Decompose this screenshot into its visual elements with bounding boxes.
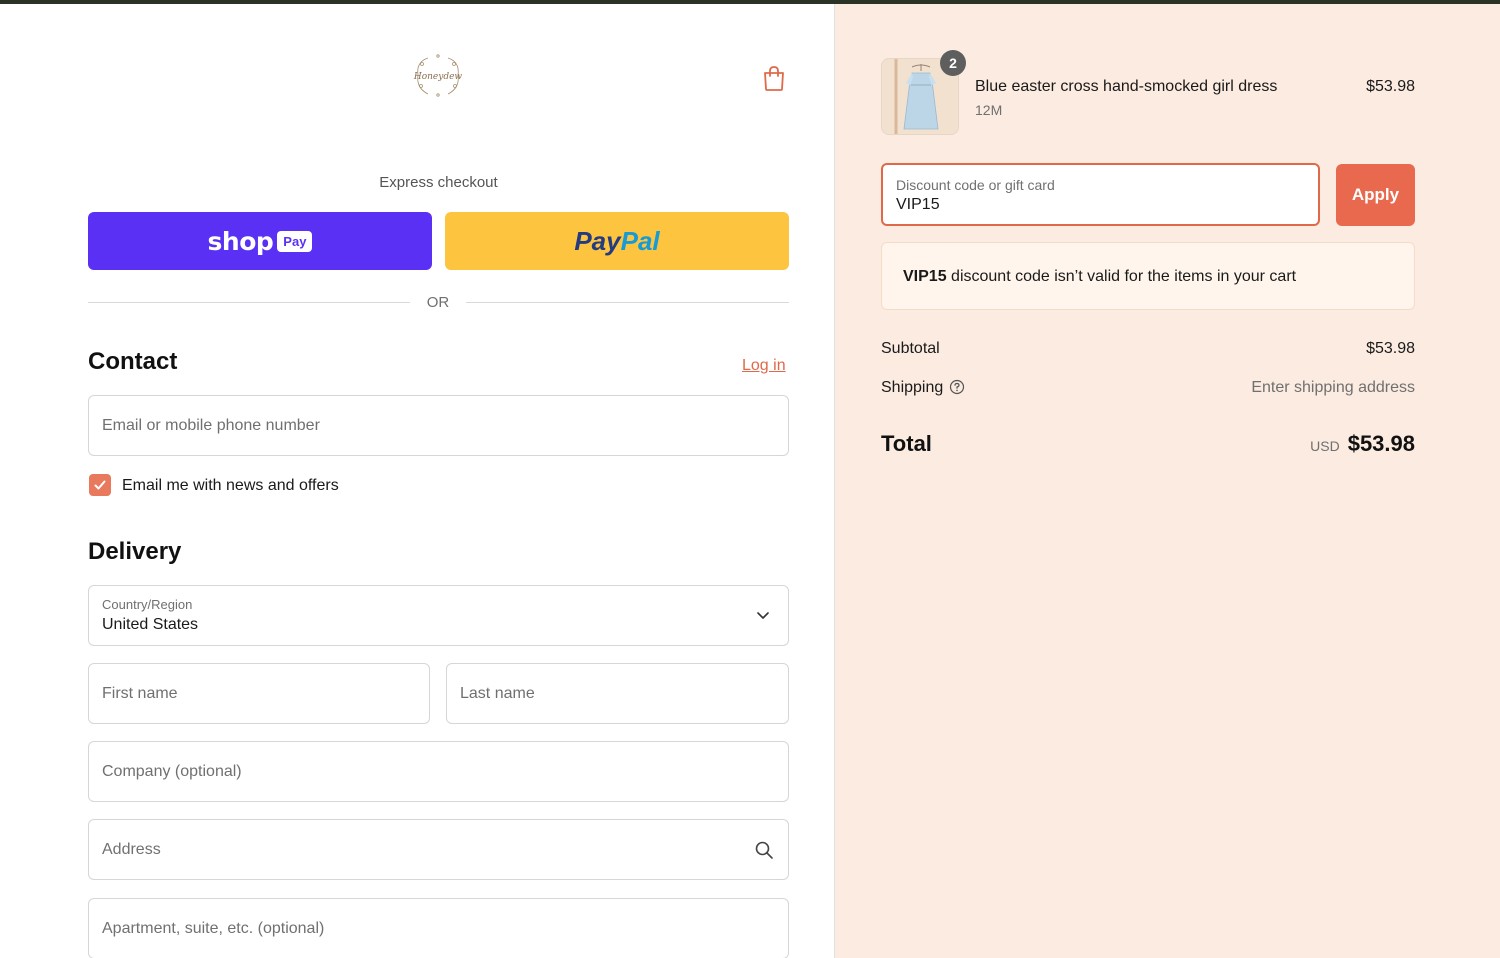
shop-pay-badge: Pay bbox=[277, 230, 313, 252]
apartment-placeholder: Apartment, suite, etc. (optional) bbox=[102, 919, 325, 937]
alert-message: discount code isn’t valid for the items … bbox=[946, 268, 1297, 285]
discount-code-field[interactable]: Discount code or gift card VIP15 bbox=[881, 163, 1320, 226]
login-link[interactable]: Log in bbox=[742, 357, 786, 375]
paypal-button[interactable]: Pay Pal bbox=[445, 212, 789, 270]
quantity-badge: 2 bbox=[940, 50, 966, 76]
shop-pay-wordmark: shop bbox=[207, 226, 274, 256]
address-placeholder: Address bbox=[102, 840, 161, 858]
apply-discount-button[interactable]: Apply bbox=[1336, 164, 1415, 226]
address-field[interactable]: Address bbox=[88, 819, 789, 880]
newsletter-label[interactable]: Email me with news and offers bbox=[122, 477, 339, 495]
country-value: United States bbox=[102, 616, 199, 633]
email-placeholder: Email or mobile phone number bbox=[102, 416, 320, 434]
logo-text: Honeydew bbox=[413, 72, 463, 82]
discount-error-alert: VIP15 discount code isn’t valid for the … bbox=[881, 242, 1415, 310]
contact-heading: Contact bbox=[88, 348, 178, 375]
shipping-value: Enter shipping address bbox=[1251, 379, 1415, 396]
country-select[interactable]: Country/Region United States bbox=[88, 585, 789, 646]
search-icon[interactable] bbox=[754, 840, 774, 860]
alert-code: VIP15 bbox=[903, 268, 947, 285]
first-name-placeholder: First name bbox=[102, 684, 178, 702]
alert-text: VIP15 discount code isn’t valid for the … bbox=[903, 268, 1296, 286]
last-name-field[interactable]: Last name bbox=[446, 663, 789, 724]
divider-right bbox=[466, 302, 789, 303]
discount-value: VIP15 bbox=[896, 196, 940, 213]
country-label: Country/Region bbox=[102, 597, 193, 612]
checkmark-icon bbox=[94, 480, 106, 490]
total-amount: $53.98 bbox=[1347, 431, 1415, 456]
company-placeholder: Company (optional) bbox=[102, 762, 242, 780]
first-name-field[interactable]: First name bbox=[88, 663, 430, 724]
delivery-heading: Delivery bbox=[88, 538, 182, 565]
shop-pay-button[interactable]: shop Pay bbox=[88, 212, 432, 270]
shopping-bag-icon[interactable] bbox=[762, 64, 786, 92]
paypal-wordmark-part1: Pay bbox=[574, 225, 621, 256]
discount-label: Discount code or gift card bbox=[896, 177, 1055, 193]
divider-left bbox=[88, 302, 410, 303]
help-circle-icon[interactable] bbox=[949, 379, 965, 395]
email-field[interactable]: Email or mobile phone number bbox=[88, 395, 789, 456]
order-summary-panel bbox=[835, 4, 1500, 958]
item-price: $53.98 bbox=[1366, 78, 1415, 95]
or-divider-text: OR bbox=[426, 294, 450, 311]
express-checkout-label: Express checkout bbox=[379, 174, 498, 191]
total-currency: USD bbox=[1310, 438, 1340, 454]
last-name-placeholder: Last name bbox=[460, 684, 535, 702]
subtotal-value: $53.98 bbox=[1366, 340, 1415, 357]
subtotal-label: Subtotal bbox=[881, 340, 940, 357]
shipping-label-row: Shipping bbox=[881, 379, 965, 397]
apartment-field[interactable]: Apartment, suite, etc. (optional) bbox=[88, 898, 789, 958]
total-label: Total bbox=[881, 431, 932, 456]
shipping-label: Shipping bbox=[881, 379, 944, 396]
paypal-wordmark-part2: Pal bbox=[620, 225, 660, 256]
newsletter-checkbox[interactable] bbox=[89, 474, 111, 496]
item-variant: 12M bbox=[975, 102, 1003, 118]
total-value-group: USD $53.98 bbox=[1310, 431, 1415, 457]
chevron-down-icon bbox=[757, 612, 769, 619]
item-name: Blue easter cross hand-smocked girl dres… bbox=[975, 78, 1278, 95]
store-logo[interactable]: Honeydew bbox=[408, 50, 468, 100]
company-field[interactable]: Company (optional) bbox=[88, 741, 789, 802]
